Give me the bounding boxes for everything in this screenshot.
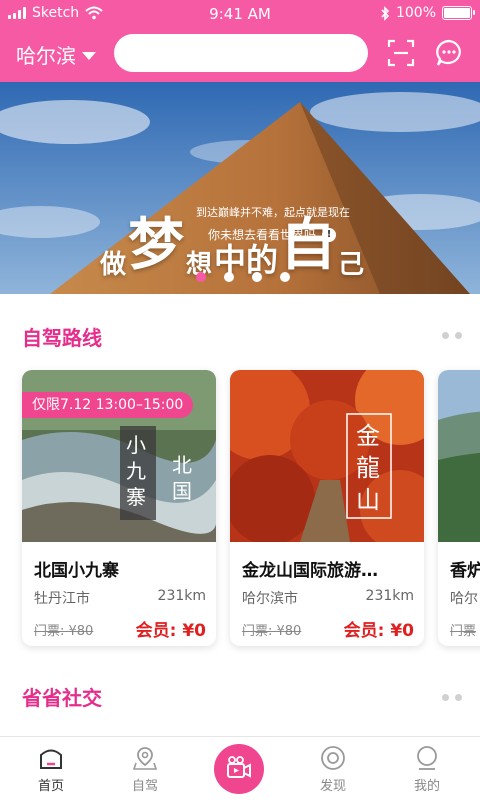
- image-text: 北国: [172, 453, 192, 503]
- main-content: 自驾路线 小九寨 北国 仅限7.12 13:00–15:00 北国小九寨 牡丹江…: [0, 294, 480, 736]
- route-card[interactable]: 香炉 哈尔 门票: [438, 370, 480, 646]
- route-distance: 231km: [365, 588, 414, 604]
- image-text: 金龍山: [356, 422, 380, 514]
- banner-pagination: [196, 272, 290, 282]
- city-label: 哈尔滨: [16, 44, 76, 68]
- banner-subtitle-2: 你未想去看看世界吗 !: [208, 226, 337, 243]
- ticket-price: 门票: ¥80: [34, 624, 94, 639]
- page-dot[interactable]: [224, 272, 234, 282]
- header: 哈尔滨: [0, 28, 480, 82]
- banner-title-part: 己: [338, 250, 365, 280]
- chevron-down-icon: [82, 51, 96, 60]
- battery-percent: 100%: [395, 5, 436, 21]
- page-dot[interactable]: [280, 272, 290, 282]
- profile-icon: [417, 746, 437, 770]
- tab-label: 我的: [413, 779, 440, 794]
- chat-icon[interactable]: [434, 38, 464, 68]
- section-title-drive: 自驾路线: [22, 326, 102, 350]
- member-price: 会员: ¥0: [135, 621, 206, 641]
- tab-label: 发现: [319, 779, 346, 794]
- route-name: 北国小九寨: [34, 561, 119, 581]
- tab-video[interactable]: [214, 744, 264, 794]
- tab-home[interactable]: 首页: [16, 745, 86, 794]
- route-card[interactable]: 金龍山 金龙山国际旅游… 哈尔滨市 231km 门票: ¥80 会员: ¥0: [230, 370, 424, 646]
- promo-badge: 仅限7.12 13:00–15:00: [22, 392, 194, 418]
- route-name: 香炉: [450, 561, 480, 581]
- page-dot[interactable]: [196, 272, 206, 282]
- page-dot[interactable]: [252, 272, 262, 282]
- banner-title-part: 梦: [128, 212, 185, 278]
- route-name: 金龙山国际旅游…: [242, 561, 378, 581]
- info-icon: !: [322, 227, 337, 242]
- banner-title-part: 做: [100, 250, 127, 280]
- route-card-image: [438, 370, 480, 542]
- top-bar: Sketch 9:41 AM 100% 哈尔滨: [0, 0, 480, 82]
- home-icon: [40, 749, 62, 769]
- route-place: 牡丹江市: [34, 591, 90, 607]
- status-right: 100%: [380, 5, 475, 21]
- section-title-social: 省省社交: [22, 686, 102, 710]
- tab-drive[interactable]: 自驾: [110, 745, 180, 794]
- tab-profile[interactable]: 我的: [392, 745, 462, 794]
- search-input[interactable]: [114, 34, 368, 72]
- map-pin-icon: [132, 747, 158, 770]
- tab-label: 首页: [37, 779, 64, 794]
- tab-discover[interactable]: 发现: [298, 745, 368, 794]
- banner[interactable]: 做 梦 想 中的 自 己 到达巅峰并不难，起点就是现在 你未想去看看世界吗 !: [0, 82, 480, 294]
- route-card-image: 金龍山: [230, 370, 424, 542]
- banner-subtitle: 到达巅峰并不难，起点就是现在: [196, 206, 350, 219]
- video-camera-icon: [227, 756, 251, 778]
- member-price: 会员: ¥0: [343, 621, 414, 641]
- route-distance: 231km: [157, 588, 206, 604]
- banner-subtitle-text: 你未想去看看世界吗: [208, 228, 317, 242]
- discover-icon: [321, 746, 345, 770]
- route-place: 哈尔滨市: [242, 591, 298, 607]
- ticket-price: 门票: ¥80: [242, 624, 302, 639]
- bluetooth-icon: [381, 5, 390, 21]
- route-card[interactable]: 小九寨 北国 仅限7.12 13:00–15:00 北国小九寨 牡丹江市 231…: [22, 370, 216, 646]
- scan-icon[interactable]: [386, 38, 416, 68]
- more-icon[interactable]: [442, 694, 462, 701]
- tab-label: 自驾: [131, 779, 158, 794]
- status-bar: Sketch 9:41 AM 100%: [0, 0, 480, 28]
- battery-icon: [442, 6, 475, 20]
- route-place: 哈尔: [450, 591, 478, 607]
- image-text: 小九寨: [126, 433, 146, 509]
- more-icon[interactable]: [442, 332, 462, 339]
- ticket-price: 门票: [450, 624, 477, 639]
- city-selector[interactable]: 哈尔滨: [16, 40, 96, 69]
